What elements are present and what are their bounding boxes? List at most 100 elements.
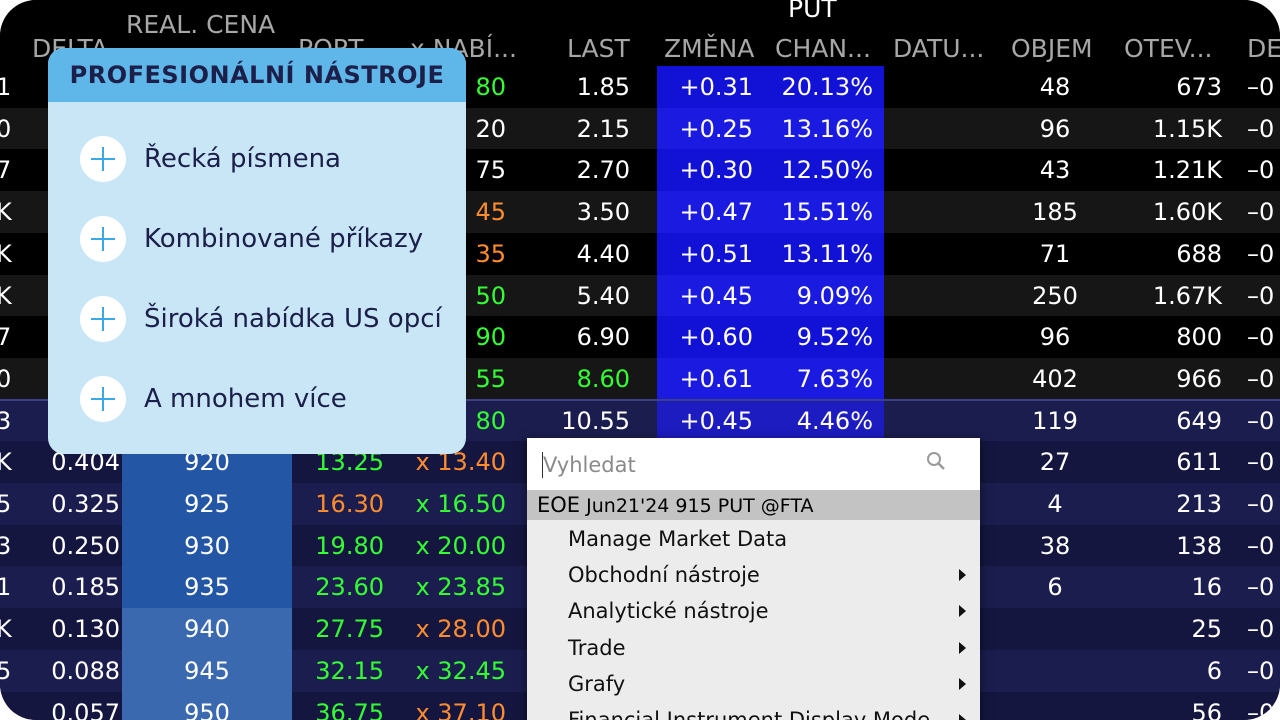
de-cell: –0 — [1247, 114, 1275, 143]
submenu-arrow-icon — [959, 678, 966, 690]
change-pct-cell: 9.52% — [796, 323, 873, 352]
volume-cell: 48 — [1039, 73, 1071, 101]
change-cell: +0.25 — [679, 114, 753, 143]
change-pct-cell: 20.13% — [781, 73, 873, 101]
left-edge-cell: 5 — [0, 656, 12, 685]
left-edge-cell: K — [0, 281, 12, 310]
pro-tools-item-more[interactable]: A mnohem více — [48, 374, 466, 424]
col-header-change[interactable]: ZMĚNA — [664, 36, 754, 61]
left-edge-cell: 0 — [0, 114, 12, 143]
menu-search-input[interactable] — [541, 446, 925, 484]
strike-cell: 925 — [184, 490, 230, 518]
bid-cell: 27.75 — [315, 615, 384, 644]
delta-cell: 0.250 — [51, 531, 120, 560]
menu-item-label: Obchodní nástroje — [568, 563, 760, 587]
volume-cell — [1000, 692, 1110, 720]
menu-item-trade[interactable]: Trade — [527, 630, 980, 666]
submenu-arrow-icon — [959, 605, 966, 617]
de-cell: –0 — [1247, 406, 1275, 435]
last-cell: 5.40 — [576, 281, 630, 310]
volume-cell: 43 — [1039, 156, 1071, 185]
put-section-label: PUT — [788, 0, 837, 23]
volume-cell: 27 — [1039, 448, 1071, 477]
change-pct-cell: 9.09% — [796, 281, 873, 310]
de-cell: –0 — [1247, 448, 1275, 477]
open-interest-cell: 1.21K — [1152, 156, 1222, 185]
open-interest-cell: 1.60K — [1152, 198, 1222, 227]
open-interest-cell: 213 — [1176, 490, 1222, 518]
menu-instrument-header: EOE Jun21'24 915 PUT @FTA — [527, 490, 980, 520]
menu-item-display-mode[interactable]: Financial Instrument Display Mode — [527, 702, 980, 720]
col-header-strike[interactable]: REAL. CENA — [126, 12, 275, 37]
change-pct-cell: 13.11% — [781, 239, 873, 268]
col-header-last[interactable]: LAST — [567, 36, 630, 61]
pro-tools-item-combo-orders[interactable]: Kombinované příkazy — [48, 214, 466, 264]
change-pct-cell: 4.46% — [796, 406, 873, 435]
change-cell: +0.31 — [679, 73, 753, 101]
strike-cell: 930 — [184, 531, 230, 560]
plus-icon — [80, 136, 126, 182]
de-cell: –0 — [1247, 698, 1275, 720]
last-cell: 4.40 — [576, 239, 630, 268]
option-chain-window: PUT DELTA REAL. CENA PORT x NABÍ... LAST… — [0, 0, 1280, 720]
volume-cell: 71 — [1039, 239, 1071, 268]
delta-cell: 0.088 — [51, 656, 120, 685]
volume-cell: 96 — [1039, 323, 1071, 352]
delta-cell: 0.185 — [51, 573, 120, 602]
menu-item-charts[interactable]: Grafy — [527, 666, 980, 702]
left-edge-cell: 3 — [0, 406, 12, 435]
de-cell: –0 — [1247, 73, 1275, 101]
de-cell: –0 — [1247, 198, 1275, 227]
col-header-volume[interactable]: OBJEM — [1011, 36, 1093, 61]
menu-item-manage-market-data[interactable]: Manage Market Data — [527, 521, 980, 557]
menu-item-analytical-tools[interactable]: Analytické nástroje — [527, 593, 980, 629]
change-pct-cell: 15.51% — [781, 198, 873, 227]
open-interest-cell: 649 — [1176, 406, 1222, 435]
pro-tools-item-greeks[interactable]: Řecká písmena — [48, 134, 466, 184]
volume-cell — [1000, 608, 1110, 650]
menu-item-label: Manage Market Data — [568, 527, 788, 551]
pro-tools-header: PROFESIONÁLNÍ NÁSTROJE — [48, 48, 466, 102]
change-cell: +0.30 — [679, 156, 753, 185]
col-header-change-pct[interactable]: CHAN... — [775, 36, 871, 61]
left-edge-cell: 5 — [0, 490, 12, 518]
menu-item-trading-tools[interactable]: Obchodní nástroje — [527, 557, 980, 593]
bid-cell: 23.60 — [315, 573, 384, 602]
change-cell: +0.45 — [679, 281, 753, 310]
menu-item-label: Analytické nástroje — [568, 599, 769, 623]
volume-cell: 119 — [1032, 406, 1078, 435]
bid-cell: 19.80 — [315, 531, 384, 560]
pro-tools-item-label: Kombinované příkazy — [144, 224, 424, 254]
submenu-arrow-icon — [959, 569, 966, 581]
strike-cell: 950 — [184, 698, 230, 720]
delta-cell: 0.130 — [51, 615, 120, 644]
plus-icon — [80, 376, 126, 422]
search-icon[interactable] — [925, 450, 947, 472]
submenu-arrow-icon — [959, 714, 966, 720]
col-header-de[interactable]: DE — [1247, 36, 1280, 61]
pro-tools-item-us-options[interactable]: Široká nabídka US opcí — [48, 294, 466, 344]
left-edge-cell: 0 — [0, 364, 12, 393]
menu-search-box — [527, 438, 980, 490]
de-cell: –0 — [1247, 615, 1275, 644]
last-cell: 1.85 — [576, 73, 630, 101]
open-interest-cell: 800 — [1176, 323, 1222, 352]
open-interest-cell: 611 — [1176, 448, 1222, 477]
col-header-open-interest[interactable]: OTEV... — [1124, 36, 1212, 61]
left-edge-cell: 7 — [0, 156, 12, 185]
open-interest-cell: 56 — [1191, 698, 1222, 720]
plus-icon — [80, 216, 126, 262]
last-cell: 3.50 — [576, 198, 630, 227]
last-cell: 8.60 — [576, 364, 630, 393]
col-header-date[interactable]: DATU... — [893, 36, 984, 61]
ask-cell: x 16.50 — [415, 490, 506, 518]
left-edge-cell: 3 — [0, 531, 12, 560]
volume-cell: 4 — [1047, 490, 1063, 518]
bid-cell: 32.15 — [315, 656, 384, 685]
change-pct-cell: 7.63% — [796, 364, 873, 393]
last-cell: 10.55 — [561, 406, 630, 435]
de-cell: –0 — [1247, 281, 1275, 310]
ask-cell: x 28.00 — [415, 615, 506, 644]
volume-cell — [1000, 650, 1110, 692]
menu-item-label: Trade — [568, 636, 626, 660]
